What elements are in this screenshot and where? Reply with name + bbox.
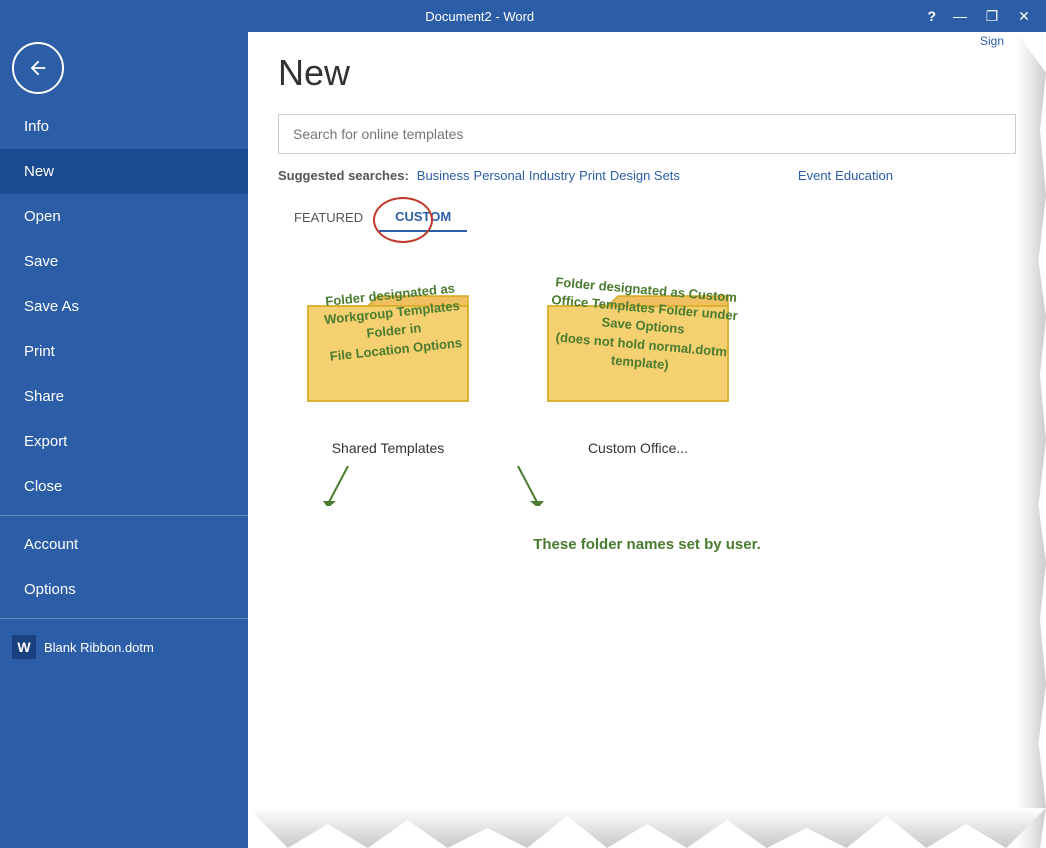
folder-icon-custom[interactable]: Folder designated as CustomOffice Templa… [538,276,738,426]
suggested-event[interactable]: Event [798,168,831,183]
minimize-button[interactable]: — [946,6,974,26]
suggested-personal[interactable]: Personal [474,168,525,183]
suggested-business[interactable]: Business [417,168,470,183]
folder-icon-shared[interactable]: Folder designated asWorkgroup Templates … [298,276,478,426]
bottom-annotation: These folder names set by user. [278,536,1016,553]
folder-area: Folder designated asWorkgroup Templates … [278,256,1016,476]
sidebar-item-account[interactable]: Account [0,522,248,567]
sidebar-item-export[interactable]: Export [0,419,248,464]
suggested-industry[interactable]: Industry [529,168,575,183]
suggested-searches: Suggested searches: Business Personal In… [278,168,1016,183]
maximize-button[interactable]: ❐ [978,6,1006,26]
word-icon: W [12,635,36,659]
tabs: FEATURED CUSTOM [278,203,1016,232]
sidebar: Info New Open Save Save As Print Share E… [0,32,248,848]
sidebar-item-open[interactable]: Open [0,194,248,239]
folder-item-custom: Folder designated as CustomOffice Templa… [538,276,738,456]
tab-custom-wrapper: CUSTOM [379,203,467,232]
sidebar-nav: Info New Open Save Save As Print Share E… [0,104,248,625]
sidebar-divider-2 [0,618,248,619]
app-container: Info New Open Save Save As Print Share E… [0,32,1046,848]
content-area: New Suggested searches: Business Persona… [248,32,1046,848]
title-bar: Document2 - Word ? — ❐ ✕ [0,0,1046,32]
help-button[interactable]: ? [921,8,942,24]
suggested-label: Suggested searches: [278,168,409,183]
suggested-print[interactable]: Print [579,168,606,183]
sidebar-item-info[interactable]: Info [0,104,248,149]
search-input[interactable] [278,114,1016,154]
sidebar-item-save-as[interactable]: Save As [0,284,248,329]
folder-shared-name: Shared Templates [332,440,445,456]
sidebar-item-print[interactable]: Print [0,329,248,374]
folder-item-shared: Folder designated asWorkgroup Templates … [298,276,478,456]
sidebar-item-close[interactable]: Close [0,464,248,509]
back-button[interactable] [12,42,64,94]
sidebar-divider-1 [0,515,248,516]
sidebar-item-share[interactable]: Share [0,374,248,419]
suggested-design-sets[interactable]: Design Sets [610,168,680,183]
template-name: Blank Ribbon.dotm [44,640,154,655]
tab-custom[interactable]: CUSTOM [379,203,467,232]
sidebar-item-options[interactable]: Options [0,567,248,612]
page-title: New [278,52,1016,94]
template-item[interactable]: W Blank Ribbon.dotm [0,625,248,669]
sidebar-item-new[interactable]: New [0,149,248,194]
tab-featured[interactable]: FEATURED [278,203,379,232]
sidebar-item-save[interactable]: Save [0,239,248,284]
close-button[interactable]: ✕ [1010,6,1038,26]
suggested-education[interactable]: Education [835,168,893,183]
sign-in-label[interactable]: Sign [980,34,1004,48]
title-bar-title: Document2 - Word [38,9,921,24]
folder-custom-name: Custom Office... [588,440,688,456]
